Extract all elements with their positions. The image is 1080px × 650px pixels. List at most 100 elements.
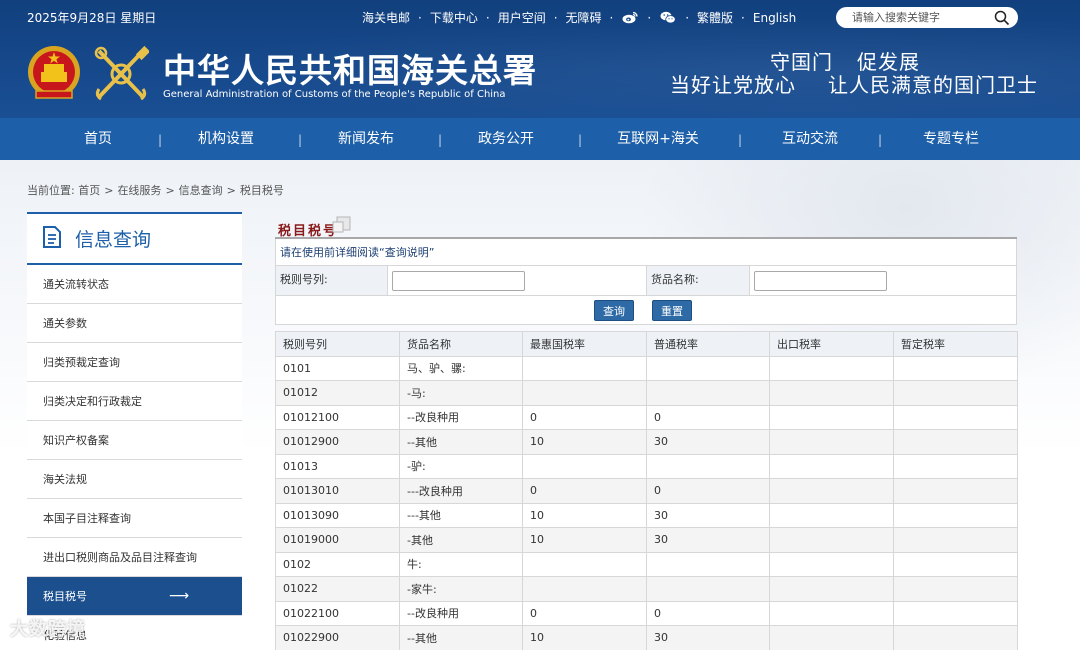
table-cell: 01022 [275, 576, 400, 602]
sidebar-item-advance-ruling[interactable]: 归类预裁定查询 [27, 343, 242, 382]
table-cell [893, 453, 1018, 479]
table-cell: 马、驴、骡: [399, 355, 523, 381]
reset-button[interactable]: 重置 [652, 300, 692, 321]
sidebar-title: 信息查询 [27, 212, 242, 265]
column-header: 最惠国税率 [522, 331, 647, 357]
breadcrumb-online-services[interactable]: 在线服务 [117, 184, 161, 197]
table-cell [893, 576, 1018, 602]
table-cell: 30 [646, 625, 770, 650]
table-cell: 01013 [275, 453, 400, 479]
title-decoration-icon [331, 214, 353, 236]
table-cell [893, 478, 1018, 504]
table-cell [769, 429, 894, 455]
button-row: 查询 重置 [275, 296, 1017, 325]
sidebar-item-tariff-codes[interactable]: 税目税号 ⟶ [27, 577, 242, 616]
sidebar-item-clearance-params[interactable]: 通关参数 [27, 304, 242, 343]
goods-name-input[interactable] [754, 270, 887, 291]
nav-organization[interactable]: 机构设置 [190, 118, 262, 160]
tariff-code-input[interactable] [392, 270, 525, 291]
table-row: 01019000 -其他 10 30 [275, 527, 1018, 553]
table-header-row: 税则号列 货品名称 最惠国税率 普通税率 出口税率 暂定税率 [275, 331, 1018, 357]
sidebar-list: 通关流转状态 通关参数 归类预裁定查询 归类决定和行政裁定 知识产权备案 海关法… [27, 265, 242, 650]
nav-government-affairs[interactable]: 政务公开 [470, 118, 542, 160]
table-cell: -马: [399, 380, 523, 406]
weibo-icon[interactable] [621, 11, 639, 25]
table-row: 01022 -家牛: [275, 576, 1018, 602]
sidebar-title-label: 信息查询 [75, 229, 152, 251]
breadcrumb-separator: > [226, 184, 236, 197]
table-cell [769, 355, 894, 381]
sidebar-item-clearance-status[interactable]: 通关流转状态 [27, 265, 242, 304]
tariff-code-label: 税则号列: [276, 266, 388, 295]
search-input[interactable] [852, 11, 982, 24]
table-cell: 10 [522, 527, 647, 553]
table-cell: 10 [522, 429, 647, 455]
breadcrumb-home[interactable]: 首页 [78, 184, 100, 197]
table-cell: 0 [522, 478, 647, 504]
nav-separator: | [578, 133, 583, 147]
column-header: 出口税率 [769, 331, 894, 357]
nav-home[interactable]: 首页 [70, 118, 126, 160]
table-cell [893, 625, 1018, 650]
column-header: 货品名称 [399, 331, 523, 357]
site-subtitle: General Administration of Customs of the… [163, 89, 506, 100]
top-link-user-space[interactable]: 用户空间 [498, 9, 546, 26]
table-cell [769, 453, 894, 479]
sidebar-item-customs-law[interactable]: 海关法规 [27, 460, 242, 499]
breadcrumb-current: 税目税号 [239, 184, 284, 197]
table-cell [769, 478, 894, 504]
nav-separator: | [158, 133, 163, 147]
query-button[interactable]: 查询 [594, 300, 634, 321]
table-cell: 0102 [275, 551, 400, 577]
table-cell: 30 [646, 429, 770, 455]
table-cell [769, 551, 894, 577]
table-cell: --改良种用 [399, 404, 523, 430]
sidebar-item-classification-decision[interactable]: 归类决定和行政裁定 [27, 382, 242, 421]
table-row: 01022900 --其他 10 30 [275, 625, 1018, 650]
sidebar-item-ip-filing[interactable]: 知识产权备案 [27, 421, 242, 460]
separator-dot: · [418, 10, 422, 25]
search-icon[interactable] [994, 10, 1010, 29]
top-link-downloads[interactable]: 下载中心 [430, 9, 478, 26]
sidebar-item-subheading-notes[interactable]: 本国子目注释查询 [27, 499, 242, 538]
nav-internet-customs[interactable]: 互联网+海关 [606, 118, 710, 160]
usage-notice[interactable]: 请在使用前详细阅读“查询说明” [275, 239, 1017, 266]
top-link-email[interactable]: 海关电邮 [362, 9, 410, 26]
lang-traditional[interactable]: 繁體版 [697, 9, 733, 26]
top-links: 海关电邮 · 下载中心 · 用户空间 · 无障碍 · · · 繁體版 · Eng… [362, 9, 796, 26]
results-table: 税则号列 货品名称 最惠国税率 普通税率 出口税率 暂定税率 0101 马、驴、骡… [275, 331, 1018, 650]
table-row: 01013 -驴: [275, 453, 1018, 479]
table-cell [769, 527, 894, 553]
breadcrumb-info-query[interactable]: 信息查询 [179, 184, 223, 197]
table-cell [893, 502, 1018, 528]
main-panel: 税目税号 请在使用前详细阅读“查询说明” 税则号列: 货品名称: 查询 重置 税… [275, 213, 1018, 650]
table-cell: -家牛: [399, 576, 523, 602]
table-row: 01012100 --改良种用 0 0 [275, 404, 1018, 430]
table-cell [893, 404, 1018, 430]
table-cell [522, 453, 647, 479]
nav-separator: | [438, 133, 443, 147]
table-cell: --其他 [399, 625, 523, 650]
top-link-accessibility[interactable]: 无障碍 [566, 9, 602, 26]
site-title: 中华人民共和国海关总署 [163, 51, 537, 90]
nav-news[interactable]: 新闻发布 [330, 118, 402, 160]
table-cell: 30 [646, 502, 770, 528]
breadcrumb-separator: > [104, 184, 114, 197]
nav-interaction[interactable]: 互动交流 [774, 118, 846, 160]
sidebar-item-tariff-notes[interactable]: 进出口税则商品及品目注释查询 [27, 538, 242, 577]
table-cell [646, 551, 770, 577]
table-cell: 牛: [399, 551, 523, 577]
table-cell [769, 600, 894, 626]
site-header: 2025年9月28日 星期日 海关电邮 · 下载中心 · 用户空间 · 无障碍 … [0, 0, 1080, 118]
lang-english[interactable]: English [753, 11, 796, 25]
column-header: 税则号列 [275, 331, 400, 357]
separator-dot: · [485, 10, 490, 25]
table-cell [893, 551, 1018, 577]
page-title: 税目税号 [278, 224, 339, 239]
wechat-icon[interactable] [659, 11, 677, 25]
table-row: 01013090 ---其他 10 30 [275, 502, 1018, 528]
table-cell: 0 [522, 600, 647, 626]
table-cell: 0 [646, 404, 770, 430]
table-row: 0101 马、驴、骡: [275, 355, 1018, 381]
nav-special-topics[interactable]: 专题专栏 [915, 118, 987, 160]
